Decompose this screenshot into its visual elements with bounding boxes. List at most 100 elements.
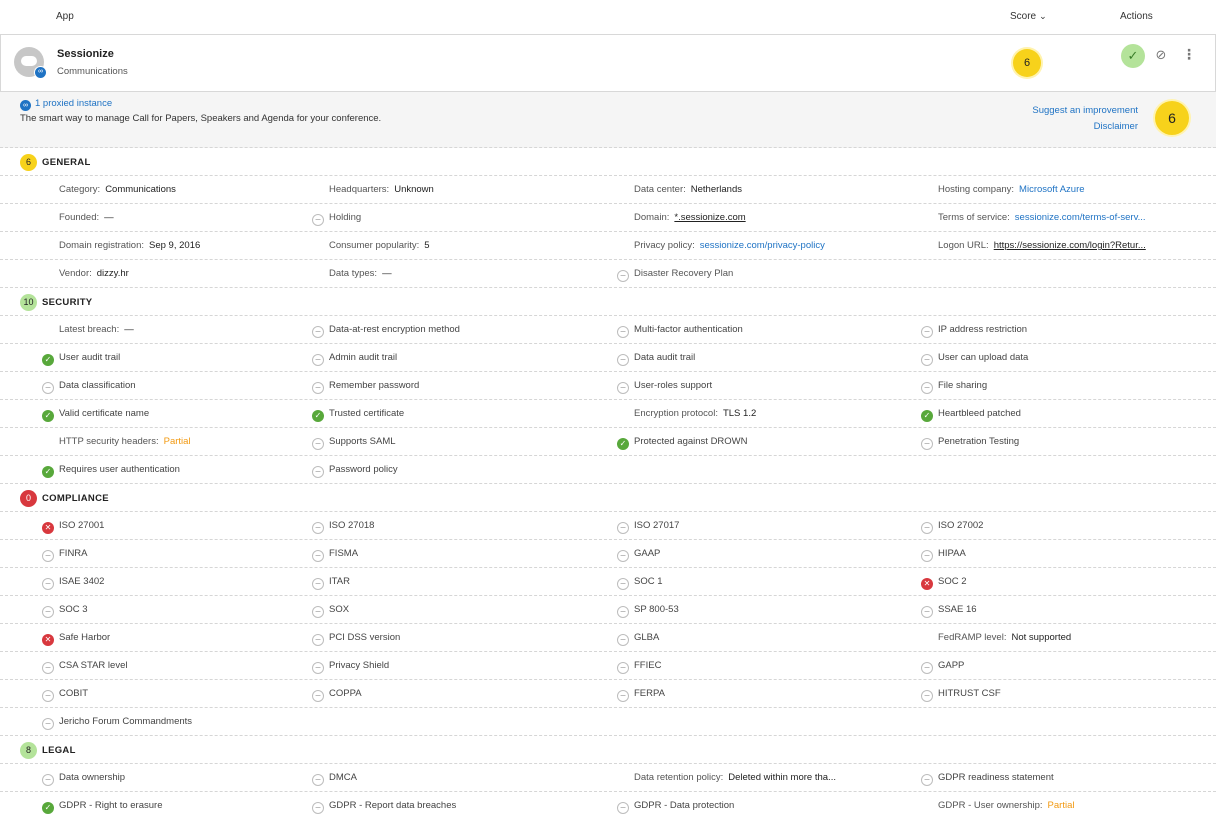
hosting-company-link[interactable]: Microsoft Azure (1019, 184, 1084, 195)
privacy-policy-link[interactable]: sessionize.com/privacy-policy (700, 240, 825, 251)
field-label: Protected against DROWN (634, 436, 748, 447)
field-label: Logon URL: (938, 240, 989, 251)
na-icon: – (617, 354, 629, 366)
consumer-popularity-field: Consumer popularity: 5 (329, 240, 430, 251)
compliance-row-4: – SOC 3 – SOX – SP 800-53 – SSAE 16 (0, 596, 1216, 624)
logon-url-link[interactable]: https://sessionize.com/login?Retur... (994, 240, 1146, 251)
gdpr-statement-field: – GDPR readiness statement (921, 772, 1054, 786)
field-label: Remember password (329, 380, 420, 391)
dmca-field: – DMCA (312, 772, 357, 786)
field-label: COBIT (59, 688, 89, 699)
column-score[interactable]: Score ⌄ (1010, 11, 1047, 22)
field-label: ISO 27018 (329, 520, 375, 531)
data-retention-field: Data retention policy: Deleted within mor… (634, 772, 836, 783)
field-value: Deleted within more tha... (728, 772, 836, 783)
field-label: SOC 2 (938, 576, 967, 587)
field-label: Vendor: (59, 268, 92, 279)
terms-of-service-field: Terms of service: sessionize.com/terms-of… (938, 212, 1146, 223)
field-label: Data classification (59, 380, 136, 391)
cloud-icon (21, 56, 37, 66)
field-label: User can upload data (938, 352, 1029, 363)
general-score-badge: 6 (20, 154, 37, 171)
sox-field: – SOX (312, 604, 349, 618)
x-icon: ✕ (42, 522, 54, 534)
na-icon: – (42, 550, 54, 562)
latest-breach-field: Latest breach: — (59, 324, 134, 335)
na-icon: – (42, 606, 54, 618)
gaap-field: – GAAP (617, 548, 660, 562)
app-logo: ∞ (14, 47, 47, 79)
app-name[interactable]: Sessionize (57, 48, 114, 60)
compliance-row-7: – COBIT – COPPA – FERPA – HITRUST CSF (0, 680, 1216, 708)
password-policy-field: – Password policy (312, 464, 398, 478)
data-types-field: Data types: — (329, 268, 392, 279)
ip-restriction-field: – IP address restriction (921, 324, 1027, 338)
check-icon: ✓ (42, 410, 54, 422)
field-label: Data audit trail (634, 352, 696, 363)
na-icon: – (617, 382, 629, 394)
safe-harbor-field: ✕ Safe Harbor (42, 632, 110, 646)
na-icon: – (312, 354, 324, 366)
na-icon: – (921, 606, 933, 618)
fedramp-field: FedRAMP level: Not supported (938, 632, 1071, 643)
app-row[interactable]: ∞ Sessionize Communications 6 ✓ ⊘ ⋮ (0, 34, 1216, 92)
glba-field: – GLBA (617, 632, 659, 646)
field-value: dizzy.hr (96, 268, 129, 279)
security-row-4: ✓ Valid certificate name ✓ Trusted certifi… (0, 400, 1216, 428)
isae-field: – ISAE 3402 (42, 576, 104, 590)
field-label: Founded: (59, 212, 100, 223)
gdpr-erasure-field: ✓ GDPR - Right to erasure (42, 800, 162, 814)
cert-name-field: ✓ Valid certificate name (42, 408, 149, 422)
gdpr-breaches-field: – GDPR - Report data breaches (312, 800, 456, 814)
field-label: Consumer popularity: (329, 240, 420, 251)
iso27002-field: – ISO 27002 (921, 520, 983, 534)
field-label: ISO 27017 (634, 520, 680, 531)
field-label: Heartbleed patched (938, 408, 1021, 419)
sanction-button[interactable]: ✓ (1121, 44, 1145, 68)
na-icon: – (617, 270, 629, 282)
check-icon: ✓ (42, 466, 54, 478)
terms-of-service-link[interactable]: sessionize.com/terms-of-serv... (1015, 212, 1146, 223)
x-icon: ✕ (42, 634, 54, 646)
field-value: TLS 1.2 (722, 408, 757, 419)
section-title: COMPLIANCE (42, 493, 109, 504)
unsanction-button[interactable]: ⊘ (1153, 47, 1169, 63)
field-label: Terms of service: (938, 212, 1010, 223)
na-icon: – (312, 634, 324, 646)
section-general: 6 GENERAL (0, 148, 1216, 176)
encryption-protocol-field: Encryption protocol: TLS 1.2 (634, 408, 756, 419)
column-app[interactable]: App (56, 11, 74, 22)
field-value: Partial (1047, 800, 1075, 811)
na-icon: – (312, 466, 324, 478)
na-icon: – (312, 578, 324, 590)
field-label: GAAP (634, 548, 661, 559)
na-icon: – (921, 354, 933, 366)
admin-audit-field: – Admin audit trail (312, 352, 397, 366)
more-options-button[interactable]: ⋮ (1181, 46, 1197, 62)
field-label: HTTP security headers: (59, 436, 159, 447)
na-icon: – (42, 774, 54, 786)
field-value: Sep 9, 2016 (149, 240, 201, 251)
field-label: GDPR - Data protection (634, 800, 735, 811)
security-row-6: ✓ Requires user authentication – Password … (0, 456, 1216, 484)
na-icon: – (921, 522, 933, 534)
field-label: Data-at-rest encryption method (329, 324, 460, 335)
field-label: User-roles support (634, 380, 713, 391)
disclaimer-link[interactable]: Disclaimer (1094, 121, 1138, 132)
proxied-instance-link[interactable]: ∞ 1 proxied instance (20, 98, 112, 111)
na-icon: – (312, 214, 324, 226)
security-row-1: Latest breach: — – Data-at-rest encryption… (0, 316, 1216, 344)
section-title: GENERAL (42, 157, 91, 168)
link-icon: ∞ (20, 100, 31, 111)
field-label: DMCA (329, 772, 357, 783)
na-icon: – (42, 382, 54, 394)
compliance-row-3: – ISAE 3402 – ITAR – SOC 1 ✕ SOC 2 (0, 568, 1216, 596)
overall-score-badge: 6 (1155, 101, 1189, 135)
suggest-improvement-link[interactable]: Suggest an improvement (1032, 105, 1138, 116)
field-label: FedRAMP level: (938, 632, 1007, 643)
gdpr-user-ownership-field: GDPR - User ownership: Partial (938, 800, 1074, 811)
general-row-2: Founded: — – Holding Domain: *.sessionize.c… (0, 204, 1216, 232)
category-field: Category: Communications (59, 184, 176, 195)
http-headers-field: HTTP security headers: Partial (59, 436, 191, 447)
check-icon: ✓ (617, 438, 629, 450)
